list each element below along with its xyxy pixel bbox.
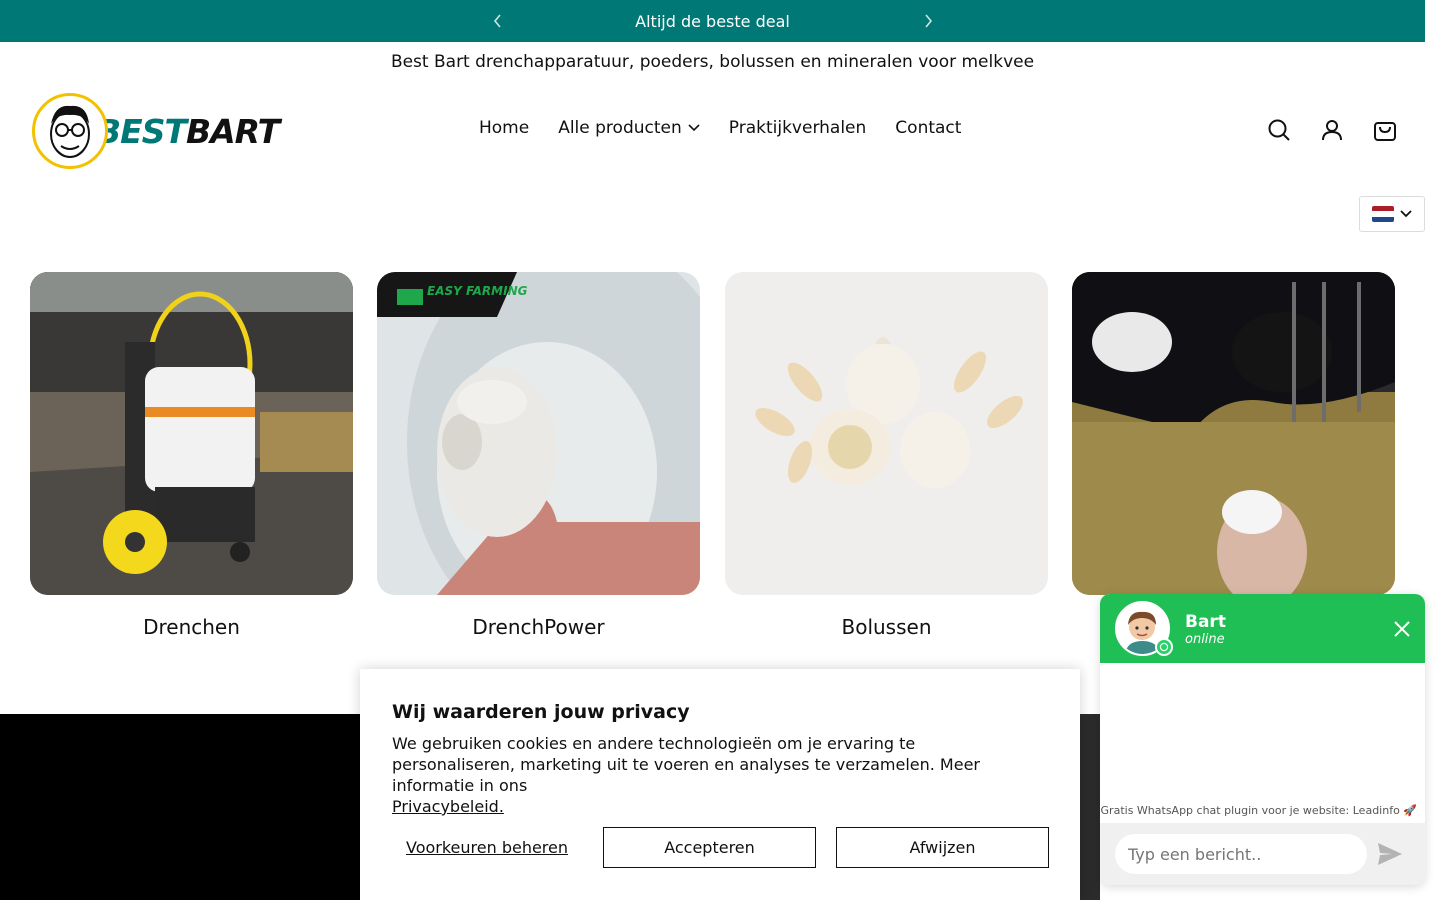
flag-nl-icon xyxy=(1372,206,1394,222)
accept-button[interactable]: Accepteren xyxy=(603,827,816,868)
nav-praktijkverhalen-label: Praktijkverhalen xyxy=(728,118,867,138)
cookie-title: Wij waarderen jouw privacy xyxy=(392,701,690,723)
easy-farming-badge: EASY FARMING xyxy=(427,284,528,298)
logo-word-best: BEST xyxy=(96,111,187,151)
nav-all-products[interactable]: Alle producten xyxy=(558,118,700,138)
cookie-body: We gebruiken cookies en andere technolog… xyxy=(392,733,1042,817)
category-image-drenchen[interactable] xyxy=(30,272,353,595)
send-icon xyxy=(1378,843,1402,865)
announcement-next-button[interactable] xyxy=(919,12,937,30)
category-title[interactable]: Bolussen xyxy=(725,615,1048,639)
whatsapp-footer xyxy=(1100,823,1425,885)
category-card-4[interactable] xyxy=(1072,272,1395,615)
category-title[interactable]: Drenchen xyxy=(30,615,353,639)
reject-button[interactable]: Afwijzen xyxy=(836,827,1049,868)
chevron-down-icon xyxy=(1400,210,1412,218)
chevron-down-icon xyxy=(688,124,700,132)
whatsapp-credit[interactable]: Gratis WhatsApp chat plugin voor je webs… xyxy=(1101,804,1417,817)
cookie-actions: Voorkeuren beheren Accepteren Afwijzen xyxy=(392,827,1049,868)
category-image-bolussen[interactable] xyxy=(725,272,1048,595)
manage-preferences-button[interactable]: Voorkeuren beheren xyxy=(392,838,582,857)
category-card-drenchpower[interactable]: EASY FARMING DrenchPower xyxy=(377,272,700,639)
tagline: Best Bart drenchapparatuur, poeders, bol… xyxy=(390,52,1035,72)
account-button[interactable] xyxy=(1319,116,1345,144)
category-image-drenchpower[interactable]: EASY FARMING xyxy=(377,272,700,595)
logo-face-icon xyxy=(32,93,108,169)
category-title[interactable]: DrenchPower xyxy=(377,615,700,639)
cookie-text: We gebruiken cookies en andere technolog… xyxy=(392,734,980,795)
account-icon xyxy=(1322,120,1342,141)
whatsapp-close-button[interactable] xyxy=(1393,620,1411,638)
whatsapp-message-area xyxy=(1100,663,1425,823)
close-icon xyxy=(1394,621,1410,637)
nav-home[interactable]: Home xyxy=(479,118,529,138)
nav-contact[interactable]: Contact xyxy=(895,118,961,138)
search-button[interactable] xyxy=(1266,116,1292,144)
logo[interactable]: BESTBART xyxy=(32,92,282,170)
search-icon xyxy=(1268,119,1290,141)
privacy-policy-link[interactable]: Privacybeleid. xyxy=(392,797,504,816)
chevron-left-icon xyxy=(493,14,501,28)
logo-word-bart: BART xyxy=(185,111,280,151)
hero-banner-left xyxy=(0,714,360,900)
nav-praktijkverhalen[interactable]: Praktijkverhalen xyxy=(729,118,867,138)
nav-home-label: Home xyxy=(479,118,530,138)
whatsapp-header: Bart online xyxy=(1100,594,1425,663)
announcement-prev-button[interactable] xyxy=(489,12,507,30)
announcement-bar: Altijd de beste deal xyxy=(0,0,1425,42)
category-card-bolussen[interactable]: Bolussen xyxy=(725,272,1048,639)
main-nav: Home Alle producten Praktijkverhalen Con… xyxy=(479,118,961,138)
category-image-4[interactable] xyxy=(1072,272,1395,595)
whatsapp-contact-name: Bart xyxy=(1185,612,1226,632)
cookie-banner: Wij waarderen jouw privacy We gebruiken … xyxy=(360,669,1080,900)
announcement-text: Altijd de beste deal xyxy=(635,11,790,31)
hero-banner-right xyxy=(1080,714,1100,900)
cart-icon xyxy=(1374,122,1396,141)
nav-contact-label: Contact xyxy=(895,118,962,138)
cart-button[interactable] xyxy=(1372,116,1398,144)
chevron-right-icon xyxy=(925,14,933,28)
nav-all-products-label: Alle producten xyxy=(558,118,682,138)
whatsapp-icon xyxy=(1155,638,1173,656)
header-icons xyxy=(1266,116,1398,144)
category-card-drenchen[interactable]: Drenchen xyxy=(30,272,353,639)
whatsapp-send-button[interactable] xyxy=(1377,842,1405,868)
whatsapp-status: online xyxy=(1185,632,1225,647)
whatsapp-widget: Bart online Gratis WhatsApp chat plugin … xyxy=(1100,594,1425,885)
whatsapp-message-input[interactable] xyxy=(1115,834,1367,874)
language-selector[interactable] xyxy=(1359,196,1425,232)
logo-wordmark: BESTBART xyxy=(96,111,280,151)
